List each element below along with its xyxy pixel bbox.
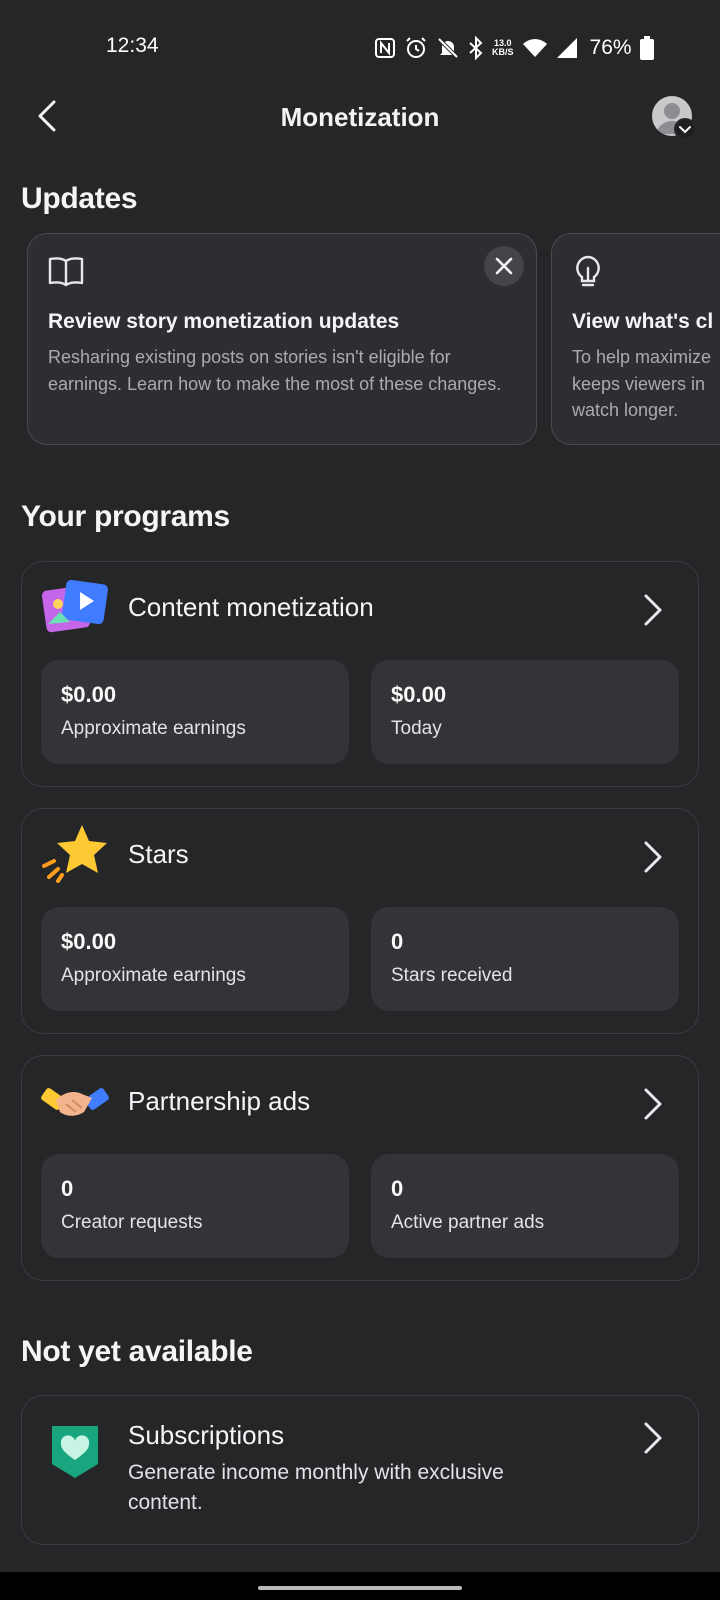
stat-label: Stars received [391, 965, 513, 986]
lightbulb-icon [572, 254, 604, 295]
stat-value: $0.00 [391, 682, 447, 707]
book-icon [48, 254, 84, 293]
top-app-bar: Monetization [0, 96, 720, 168]
program-description: Generate income monthly with exclusive c… [128, 1461, 504, 1514]
chevron-right-icon [638, 1084, 666, 1129]
update-title: View what's cl [572, 310, 714, 333]
battery-percent: 76% [589, 36, 632, 59]
program-title: Subscriptions [128, 1420, 285, 1450]
wifi-icon [522, 39, 547, 57]
stat-label: Approximate earnings [61, 965, 246, 986]
battery-icon [639, 36, 654, 60]
stat-approximate-earnings: $0.00 Approximate earnings [41, 660, 349, 764]
update-body: To help maximize keeps viewers in watch … [572, 347, 712, 420]
handshake-icon [40, 1070, 110, 1130]
home-gesture-handle[interactable] [258, 1586, 462, 1590]
bluetooth-icon [469, 36, 483, 60]
nfc-icon [375, 38, 395, 58]
stat-active-partner-ads: 0 Active partner ads [371, 1154, 679, 1258]
close-icon [495, 257, 513, 275]
stat-creator-requests: 0 Creator requests [41, 1154, 349, 1258]
page-title: Monetization [280, 102, 440, 132]
chevron-right-icon [638, 590, 666, 635]
program-card-stars[interactable]: Stars $0.00 Approximate earnings 0 Stars… [21, 808, 699, 1034]
account-switch-button[interactable] [674, 118, 696, 140]
stat-value: 0 [391, 929, 404, 954]
status-bar: 12:34 13.0 KB/S 76% [0, 0, 720, 96]
chevron-down-icon [679, 126, 691, 134]
content-monetization-icon [40, 576, 110, 636]
star-icon [40, 823, 110, 883]
net-speed-indicator: 13.0 KB/S [492, 38, 514, 57]
stat-approximate-earnings: $0.00 Approximate earnings [41, 907, 349, 1011]
update-body: Resharing existing posts on stories isn'… [48, 347, 502, 394]
program-title: Stars [128, 839, 189, 869]
stat-label: Approximate earnings [61, 718, 246, 739]
stat-label: Today [391, 718, 442, 739]
program-title: Content monetization [128, 592, 374, 622]
status-icons: 13.0 KB/S 76% [374, 34, 654, 62]
dismiss-update-button[interactable] [484, 246, 524, 286]
program-card-subscriptions[interactable]: Subscriptions Generate income monthly wi… [21, 1395, 699, 1545]
update-card-whats-changed[interactable]: View what's cl To help maximize keeps vi… [551, 233, 720, 445]
program-card-content-monetization[interactable]: Content monetization $0.00 Approximate e… [21, 561, 699, 787]
program-title: Partnership ads [128, 1086, 311, 1116]
alarm-icon [406, 37, 426, 58]
stat-label: Creator requests [61, 1212, 203, 1233]
chevron-right-icon [638, 837, 666, 882]
stat-value: 0 [391, 1176, 404, 1201]
stat-stars-received: 0 Stars received [371, 907, 679, 1011]
stat-value: $0.00 [61, 929, 117, 954]
update-title: Review story monetization updates [48, 310, 400, 333]
stat-label: Active partner ads [391, 1212, 545, 1233]
mute-bell-icon [437, 37, 459, 59]
programs-heading: Your programs [21, 500, 230, 533]
stat-value: 0 [61, 1176, 74, 1201]
updates-heading: Updates [21, 182, 138, 215]
stat-value: $0.00 [61, 682, 117, 707]
stat-today: $0.00 Today [371, 660, 679, 764]
subscription-heart-icon [50, 1424, 100, 1485]
chevron-right-icon [638, 1418, 666, 1463]
program-card-partnership-ads[interactable]: Partnership ads 0 Creator requests 0 Act… [21, 1055, 699, 1281]
signal-icon [556, 38, 577, 58]
status-time: 12:34 [106, 34, 159, 57]
not-available-heading: Not yet available [21, 1335, 253, 1368]
update-card-story-monetization[interactable]: Review story monetization updates Reshar… [27, 233, 537, 445]
system-navigation-bar [0, 1572, 720, 1600]
